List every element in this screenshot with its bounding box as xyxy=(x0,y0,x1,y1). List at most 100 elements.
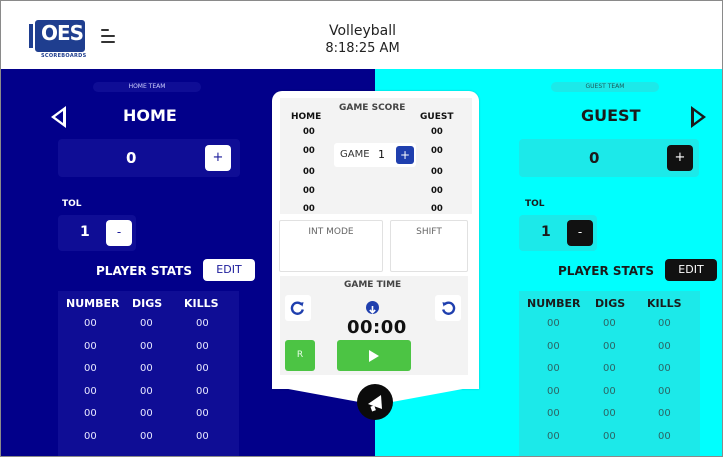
app-frame: OES SCOREBOARDS Volleyball 8:18:25 AM HO… xyxy=(0,0,723,457)
guest-tol-label: TOL xyxy=(525,199,545,209)
guest-stats-header-number: NUMBER xyxy=(527,297,581,310)
guest-team-pill: GUEST TEAM xyxy=(551,82,659,92)
guest-team-name[interactable]: GUEST xyxy=(581,106,641,125)
guest-stats-cell[interactable]: 00 xyxy=(547,318,560,329)
guest-stats-cell[interactable]: 00 xyxy=(658,408,671,419)
guest-stats-cell[interactable]: 00 xyxy=(547,431,560,442)
guest-stats-cell[interactable]: 00 xyxy=(603,363,616,374)
guest-stats-cell[interactable]: 00 xyxy=(603,318,616,329)
home-stats-cell[interactable]: 00 xyxy=(196,363,209,374)
home-stats-header-kills: KILLS xyxy=(184,297,219,310)
guest-stats-cell[interactable]: 00 xyxy=(603,408,616,419)
game-score-home-cell: 00 xyxy=(303,186,315,196)
game-score-guest-label: GUEST xyxy=(420,112,454,122)
guest-tol-value: 1 xyxy=(541,224,551,240)
guest-stats-cell[interactable]: 00 xyxy=(547,341,560,352)
game-label: GAME xyxy=(340,149,370,160)
game-time-title: GAME TIME xyxy=(344,280,402,290)
reset-time-button[interactable]: R xyxy=(285,340,315,371)
guest-stats-cell[interactable]: 00 xyxy=(603,431,616,442)
game-selector: GAME 1 + xyxy=(334,143,416,167)
game-score-title: GAME SCORE xyxy=(339,103,406,113)
guest-stats-cell[interactable]: 00 xyxy=(547,408,560,419)
guest-stats-cell[interactable]: 00 xyxy=(547,363,560,374)
game-score-guest-cell: 00 xyxy=(431,167,443,177)
home-stats-cell[interactable]: 00 xyxy=(196,386,209,397)
triangle-left-icon[interactable] xyxy=(51,106,66,128)
guest-stats-cell[interactable]: 00 xyxy=(658,341,671,352)
home-stats-cell[interactable]: 00 xyxy=(84,386,97,397)
home-stats-cell[interactable]: 00 xyxy=(84,408,97,419)
guest-score-value: 0 xyxy=(589,149,600,167)
undo-icon xyxy=(442,301,456,315)
home-stats-cell[interactable]: 00 xyxy=(84,318,97,329)
horn-icon xyxy=(368,395,382,412)
play-button[interactable] xyxy=(337,340,411,371)
home-stats-cell[interactable]: 00 xyxy=(84,431,97,442)
game-score-guest-cell: 00 xyxy=(431,186,443,196)
top-bar: OES SCOREBOARDS Volleyball 8:18:25 AM xyxy=(1,1,722,69)
game-score-home-cell: 00 xyxy=(303,146,315,156)
home-tol-box: 1 - xyxy=(58,215,136,251)
guest-stats-header-kills: KILLS xyxy=(647,297,682,310)
home-score-plus-button[interactable]: + xyxy=(205,145,231,171)
game-score-home-cell: 00 xyxy=(303,127,315,137)
int-mode-button[interactable]: INT MODE xyxy=(279,220,383,272)
home-player-stats-label: PLAYER STATS xyxy=(96,264,192,278)
guest-stats-cell[interactable]: 00 xyxy=(658,363,671,374)
home-stats-header-number: NUMBER xyxy=(66,297,120,310)
home-score-value: 0 xyxy=(126,149,137,167)
guest-stats-cell[interactable]: 00 xyxy=(658,386,671,397)
redo-icon xyxy=(290,301,304,315)
guest-edit-button[interactable]: EDIT xyxy=(665,259,717,281)
home-stats-cell[interactable]: 00 xyxy=(196,408,209,419)
home-stats-cell[interactable]: 00 xyxy=(140,386,153,397)
game-score-guest-cell: 00 xyxy=(431,204,443,214)
game-score-home-cell: 00 xyxy=(303,204,315,214)
home-stats-cell[interactable]: 00 xyxy=(196,341,209,352)
horn-button[interactable] xyxy=(357,384,393,420)
home-stats-cell[interactable]: 00 xyxy=(196,431,209,442)
guest-stats-cell[interactable]: 00 xyxy=(658,318,671,329)
home-stats-cell[interactable]: 00 xyxy=(140,341,153,352)
home-edit-button[interactable]: EDIT xyxy=(203,259,255,281)
arrow-down-circle-icon[interactable] xyxy=(366,301,379,314)
guest-stats-header-digs: DIGS xyxy=(595,297,626,310)
game-score-guest-cell: 00 xyxy=(431,146,443,156)
home-tol-label: TOL xyxy=(62,199,82,209)
redo-button[interactable] xyxy=(285,295,311,321)
triangle-right-icon[interactable] xyxy=(691,106,706,128)
home-tol-value: 1 xyxy=(80,224,90,240)
game-time-value: 00:00 xyxy=(347,317,407,338)
home-tol-minus-button[interactable]: - xyxy=(106,220,132,246)
home-team-name[interactable]: HOME xyxy=(123,106,177,125)
home-stats-cell[interactable]: 00 xyxy=(84,341,97,352)
play-icon xyxy=(369,350,379,362)
guest-stats-cell[interactable]: 00 xyxy=(547,386,560,397)
home-stats-cell[interactable]: 00 xyxy=(140,318,153,329)
guest-stats-cell[interactable]: 00 xyxy=(603,386,616,397)
guest-score-box: 0 + xyxy=(519,139,699,177)
guest-stats-cell[interactable]: 00 xyxy=(603,341,616,352)
game-plus-button[interactable]: + xyxy=(396,146,414,164)
home-stats-cell[interactable]: 00 xyxy=(140,408,153,419)
home-stats-cell[interactable]: 00 xyxy=(84,363,97,374)
home-score-box: 0 + xyxy=(58,139,240,177)
home-stats-cell[interactable]: 00 xyxy=(140,431,153,442)
game-score-home-label: HOME xyxy=(291,112,322,122)
game-score-guest-cell: 00 xyxy=(431,127,443,137)
guest-score-plus-button[interactable]: + xyxy=(667,145,693,171)
guest-tol-box: 1 - xyxy=(519,215,597,251)
undo-button[interactable] xyxy=(435,295,461,321)
shift-button[interactable]: SHIFT xyxy=(390,220,468,272)
home-stats-cell[interactable]: 00 xyxy=(196,318,209,329)
home-stats-cell[interactable]: 00 xyxy=(140,363,153,374)
home-team-pill: HOME TEAM xyxy=(93,82,201,92)
clock-display: 8:18:25 AM xyxy=(325,41,400,56)
guest-stats-cell[interactable]: 00 xyxy=(658,431,671,442)
home-stats-table: NUMBER DIGS KILLS 00 00 00 00 00 00 00 00 00 00 00… xyxy=(58,291,239,456)
guest-tol-minus-button[interactable]: - xyxy=(567,220,593,246)
guest-stats-table: NUMBER DIGS KILLS 00 00 00 00 00 00 00 00 00 00 00… xyxy=(519,291,700,456)
guest-player-stats-label: PLAYER STATS xyxy=(558,264,654,278)
sport-title: Volleyball xyxy=(329,23,396,39)
